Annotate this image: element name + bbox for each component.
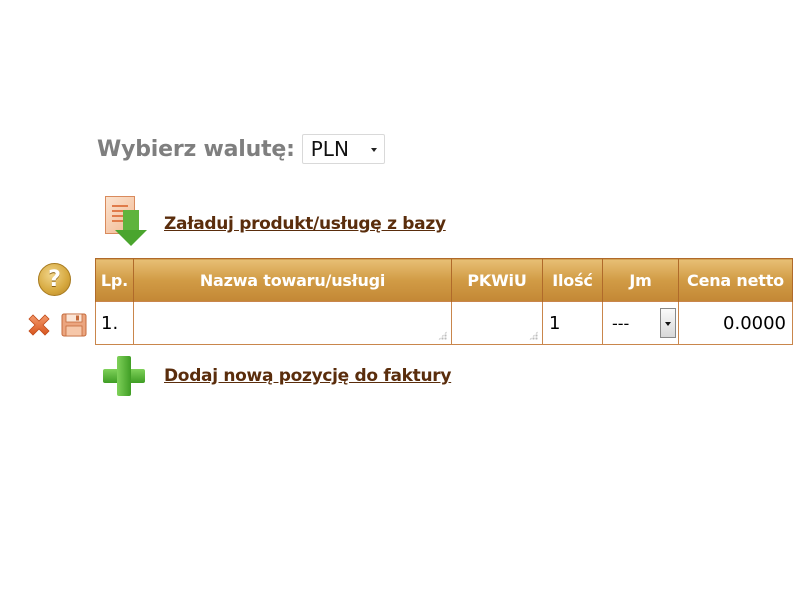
table-row: 1. 1 --- 0.0000 — [95, 301, 793, 345]
unit-select[interactable]: --- — [612, 308, 676, 338]
unit-cell: --- — [602, 301, 679, 345]
table-header-row: Lp. Nazwa towaru/usługi PKWiU Ilość Jm C… — [95, 258, 793, 302]
chevron-down-icon — [370, 148, 377, 152]
load-from-database-row: Załaduj produkt/usługę z bazy — [103, 196, 446, 252]
quantity-input[interactable]: 1 — [542, 301, 603, 345]
currency-select[interactable]: PLN — [301, 134, 385, 164]
column-header-pkwiu: PKWiU — [451, 258, 543, 302]
document-download-icon[interactable] — [103, 196, 161, 252]
pkwiu-textarea[interactable] — [451, 301, 543, 345]
plus-icon[interactable] — [103, 356, 145, 396]
currency-row: Wybierz walutę: PLN — [97, 132, 385, 166]
add-position-link[interactable]: Dodaj nową pozycję do faktury — [164, 366, 451, 386]
help-icon[interactable]: ? — [38, 263, 71, 296]
resize-grip-icon[interactable] — [529, 331, 538, 340]
save-row-icon[interactable] — [60, 311, 88, 339]
net-price-input[interactable]: 0.0000 — [678, 301, 793, 345]
column-header-name: Nazwa towaru/usługi — [133, 258, 452, 302]
resize-grip-icon[interactable] — [438, 331, 447, 340]
delete-row-icon[interactable] — [25, 311, 53, 339]
currency-selected-value: PLN — [310, 137, 349, 161]
column-header-quantity: Ilość — [542, 258, 603, 302]
name-textarea[interactable] — [133, 301, 452, 345]
unit-selected-value: --- — [612, 313, 630, 333]
row-number: 1. — [95, 301, 134, 345]
load-from-database-link[interactable]: Załaduj produkt/usługę z bazy — [164, 214, 446, 234]
column-header-unit: Jm — [602, 258, 679, 302]
column-header-lp: Lp. — [95, 258, 134, 302]
currency-label: Wybierz walutę: — [97, 136, 295, 162]
add-position-row: Dodaj nową pozycję do faktury — [103, 356, 451, 396]
invoice-items-table: Lp. Nazwa towaru/usługi PKWiU Ilość Jm C… — [95, 258, 793, 345]
invoice-items-page: Wybierz walutę: PLN Załaduj produkt/usłu… — [0, 0, 806, 610]
column-header-net-price: Cena netto — [678, 258, 793, 302]
chevron-down-icon[interactable] — [660, 308, 676, 338]
